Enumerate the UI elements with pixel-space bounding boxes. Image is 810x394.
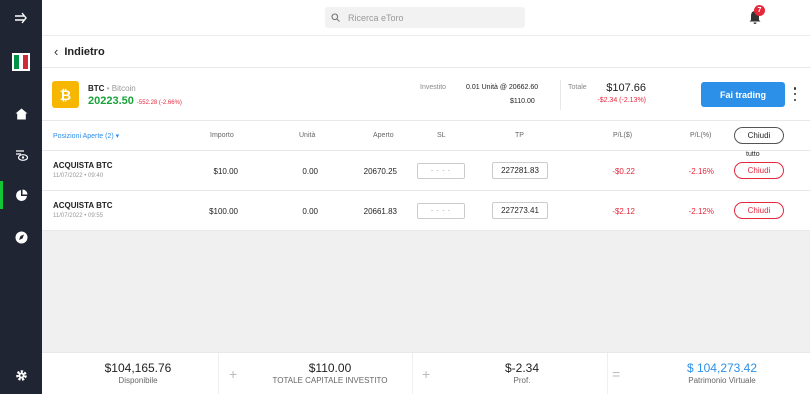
position-pl-pct: -2.16% — [688, 167, 714, 176]
portfolio-pie-icon[interactable] — [0, 177, 42, 213]
close-position-button[interactable]: Chiudi — [734, 202, 784, 219]
equals-operator: = — [612, 366, 621, 382]
instrument-price-block: 20223.50 -552.28 (-2.66%) — [88, 95, 182, 107]
profit-value: $-2.34 — [504, 361, 540, 375]
plus-operator: + — [422, 366, 431, 382]
profit: $-2.34 Prof. — [482, 361, 562, 385]
positions-filter-dropdown[interactable]: Posizioni Aperte (2) ▾ — [53, 132, 119, 140]
total-label: Totale — [568, 84, 587, 91]
position-pl-usd: -$0.22 — [612, 167, 635, 176]
gear-icon[interactable] — [0, 357, 42, 393]
invested-amount: $110.00 — [510, 98, 535, 105]
top-bar: Ricerca eToro — [42, 0, 810, 36]
position-units: 0.00 — [302, 207, 318, 216]
divider — [560, 80, 561, 110]
instrument-title: BTC • Bitcoin — [88, 84, 136, 93]
stop-loss-field[interactable]: - - - - — [417, 163, 465, 179]
header-pl-pct[interactable]: P/L(%) — [690, 132, 711, 139]
available-value: $104,165.76 — [104, 361, 172, 375]
back-row: ‹ Indietro — [42, 36, 810, 68]
virtual-equity: $ 104,273.42 Patrimonio Virtuale — [662, 361, 782, 385]
available-label: Disponibile — [118, 376, 158, 385]
instrument-name: Bitcoin — [111, 84, 136, 93]
stop-loss-field[interactable]: - - - - — [417, 203, 465, 219]
header-open[interactable]: Aperto — [373, 132, 394, 139]
invested-capital: $110.00 TOTALE CAPITALE INVESTITO — [270, 361, 390, 385]
instrument-symbol: BTC — [88, 84, 105, 93]
header-sl[interactable]: SL — [437, 132, 446, 139]
instrument-price: 20223.50 — [88, 95, 134, 107]
total-change: -$2.34 (-2.13%) — [597, 97, 646, 104]
italy-flag-icon[interactable] — [0, 44, 42, 80]
position-action: ACQUISTA BTC — [53, 161, 113, 170]
account-summary-footer: $104,165.76 Disponibile + $110.00 TOTALE… — [42, 352, 810, 394]
position-info: ACQUISTA BTC 11/07/2022 • 09:40 — [53, 161, 113, 179]
invested-label: Investito — [420, 84, 447, 91]
header-amount[interactable]: Importo — [210, 132, 234, 139]
search-placeholder: Ricerca eToro — [348, 12, 404, 23]
total-value: $107.66 — [606, 82, 646, 94]
invested-units: 0.01 Unità @ 20662.60 — [466, 84, 539, 91]
trade-button[interactable]: Fai trading — [701, 82, 785, 107]
position-pl-usd: -$2.12 — [612, 207, 635, 216]
search-icon — [331, 13, 340, 22]
profit-label: Prof. — [513, 376, 531, 385]
bitcoin-logo-icon: ₿ — [52, 81, 79, 108]
position-amount: $100.00 — [209, 207, 238, 216]
position-info: ACQUISTA BTC 11/07/2022 • 09:55 — [53, 201, 113, 219]
position-datetime: 11/07/2022 • 09:55 — [53, 213, 104, 219]
chevron-left-icon[interactable]: ‹ — [54, 44, 58, 59]
position-pl-pct: -2.12% — [688, 207, 714, 216]
header-units[interactable]: Unità — [299, 132, 315, 139]
more-options-icon[interactable] — [792, 87, 798, 101]
close-all-button[interactable]: Chiudi — [734, 127, 784, 144]
header-pl-usd[interactable]: P/L($) — [613, 132, 632, 139]
table-header: Posizioni Aperte (2) ▾ Importo Unità Ape… — [42, 121, 810, 158]
position-units: 0.00 — [302, 167, 318, 176]
take-profit-field[interactable]: 227281.83 — [492, 162, 548, 179]
divider — [607, 353, 608, 394]
title-separator: • — [106, 84, 110, 93]
discover-compass-icon[interactable] — [0, 219, 42, 255]
notification-badge: 7 — [754, 5, 765, 16]
positions-table: Posizioni Aperte (2) ▾ Importo Unità Ape… — [42, 121, 810, 231]
search-input[interactable]: Ricerca eToro — [325, 7, 525, 28]
divider — [218, 353, 219, 394]
divider — [412, 353, 413, 394]
watchlist-eye-icon[interactable] — [0, 137, 42, 173]
position-amount: $10.00 — [213, 167, 238, 176]
close-position-button[interactable]: Chiudi — [734, 162, 784, 179]
invested-value: $110.00 — [308, 361, 352, 375]
invested-capital-label: TOTALE CAPITALE INVESTITO — [272, 376, 388, 385]
equity-label: Patrimonio Virtuale — [688, 376, 756, 385]
position-datetime: 11/07/2022 • 09:40 — [53, 173, 104, 179]
position-action: ACQUISTA BTC — [53, 201, 113, 210]
take-profit-field[interactable]: 227273.41 — [492, 202, 548, 219]
instrument-header: ₿ BTC • Bitcoin 20223.50 -552.28 (-2.66%)… — [42, 68, 810, 121]
instrument-change: -552.28 (-2.66%) — [136, 100, 182, 106]
position-open-rate: 20661.83 — [363, 207, 397, 216]
plus-operator: + — [229, 366, 238, 382]
home-icon[interactable] — [0, 96, 42, 132]
position-open-rate: 20670.25 — [363, 167, 397, 176]
table-row[interactable]: ACQUISTA BTC 11/07/2022 • 09:40 $10.00 0… — [42, 151, 810, 191]
available-balance: $104,165.76 Disponibile — [90, 361, 186, 385]
expand-arrow-icon[interactable] — [0, 0, 42, 36]
equity-value: $ 104,273.42 — [686, 361, 758, 375]
back-button[interactable]: Indietro — [64, 46, 104, 58]
table-row[interactable]: ACQUISTA BTC 11/07/2022 • 09:55 $100.00 … — [42, 191, 810, 231]
sidebar — [0, 0, 42, 394]
header-tp[interactable]: TP — [515, 132, 524, 139]
